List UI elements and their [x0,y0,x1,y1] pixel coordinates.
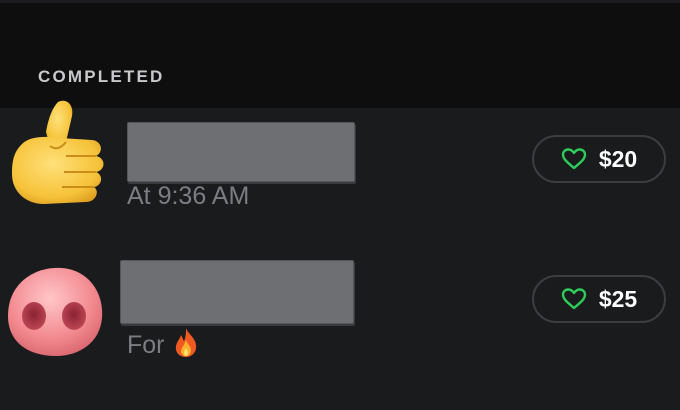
header-top-edge [0,0,680,3]
list-item-subtitle: For [127,326,201,360]
header-bar: COMPLETED [0,0,680,108]
tip-button[interactable]: $20 [532,135,666,183]
pig-nose-emoji-icon [0,256,112,376]
list-item-subtitle: At 9:36 AM [127,182,250,210]
completed-list: At 9:36 AM $20 For $25 [0,100,680,410]
heart-outline-icon [561,148,587,170]
subtitle-text: For [127,331,165,359]
list-item[interactable]: For $25 [0,248,680,388]
fire-emoji-icon [171,326,201,358]
section-header-completed: COMPLETED [38,67,165,86]
tip-amount: $25 [598,285,638,312]
heart-outline-icon [561,288,587,310]
thumbs-up-emoji-icon [0,96,112,216]
list-item[interactable]: At 9:36 AM $20 [0,100,680,248]
redacted-name [127,122,355,182]
tip-amount: $20 [598,145,638,172]
tip-button[interactable]: $25 [532,275,666,323]
redacted-name [120,260,354,324]
